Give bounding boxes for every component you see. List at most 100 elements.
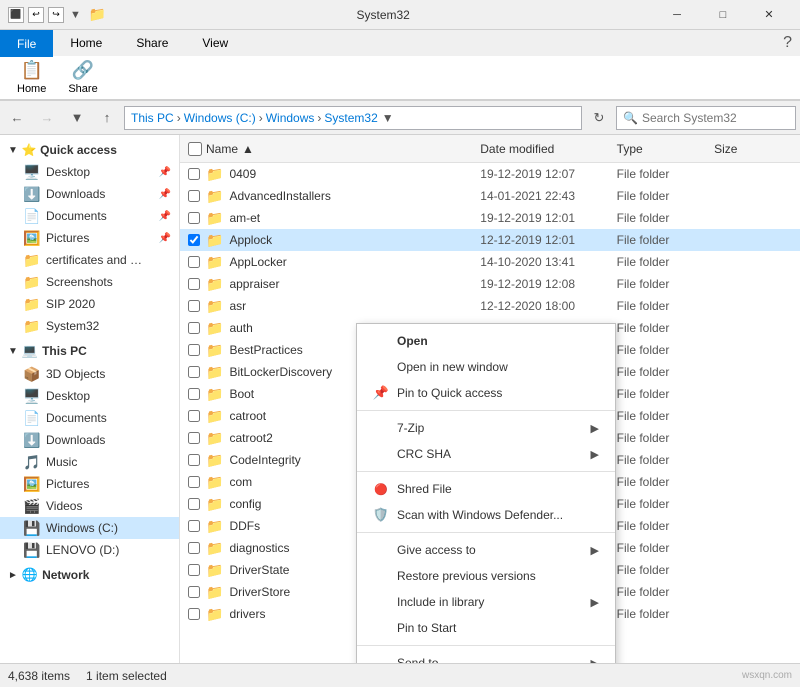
minimize-button[interactable]: ─	[654, 0, 700, 30]
row-checkbox[interactable]	[188, 168, 200, 180]
tab-file[interactable]: File	[0, 30, 53, 57]
sidebar-item-pictures-quick[interactable]: 🖼️ Pictures 📌	[0, 227, 179, 249]
sidebar-item-lenovo-d[interactable]: 💾 LENOVO (D:)	[0, 539, 179, 561]
sidebar-item-pictures-pc[interactable]: 🖼️ Pictures	[0, 473, 179, 495]
col-header-size[interactable]: Size	[714, 142, 792, 156]
forward-button[interactable]: →	[34, 105, 60, 131]
search-icon: 🔍	[623, 111, 638, 125]
sidebar-item-desktop-quick[interactable]: 🖥️ Desktop 📌	[0, 161, 179, 183]
sidebar-item-videos[interactable]: 🎬 Videos	[0, 495, 179, 517]
row-checkbox[interactable]	[188, 322, 200, 334]
sidebar-item-certificates[interactable]: 📁 certificates and offe	[0, 249, 179, 271]
table-row[interactable]: 📁appraiser 19-12-2019 12:08 File folder	[180, 273, 800, 295]
refresh-button[interactable]: ↻	[586, 105, 612, 131]
folder-icon: 📁	[206, 452, 223, 469]
redo-icon[interactable]: ↪	[48, 7, 64, 23]
row-checkbox[interactable]	[188, 410, 200, 422]
sidebar-item-documents-pc[interactable]: 📄 Documents	[0, 407, 179, 429]
row-checkbox[interactable]	[188, 498, 200, 510]
row-checkbox[interactable]	[188, 608, 200, 620]
table-row[interactable]: 📁asr 12-12-2020 18:00 File folder	[180, 295, 800, 317]
row-checkbox[interactable]	[188, 278, 200, 290]
row-checkbox[interactable]	[188, 542, 200, 554]
table-row[interactable]: 📁AdvancedInstallers 14-01-2021 22:43 Fil…	[180, 185, 800, 207]
col-header-date[interactable]: Date modified	[480, 142, 616, 156]
ctx-pin-start[interactable]: Pin to Start	[357, 615, 615, 641]
sidebar-item-3dobjects[interactable]: 📦 3D Objects	[0, 363, 179, 385]
sidebar-label-pictures-quick: Pictures	[46, 231, 89, 245]
row-checkbox[interactable]	[188, 300, 200, 312]
this-pc-header[interactable]: ▼ 💻 This PC	[0, 339, 179, 363]
row-checkbox[interactable]	[188, 344, 200, 356]
row-checkbox[interactable]	[188, 476, 200, 488]
address-path[interactable]: This PC › Windows (C:) › Windows › Syste…	[124, 106, 582, 130]
pin-start-icon	[373, 620, 389, 636]
select-all-checkbox[interactable]	[188, 142, 202, 156]
network-header[interactable]: ► 🌐 Network	[0, 563, 179, 587]
sidebar-item-music[interactable]: 🎵 Music	[0, 451, 179, 473]
file-name: Applock	[229, 233, 272, 247]
ctx-shred[interactable]: 🔴 Shred File	[357, 476, 615, 502]
sidebar-item-sip2020[interactable]: 📁 SIP 2020	[0, 293, 179, 315]
folder-icon: 📁	[206, 562, 223, 579]
ctx-scan-defender[interactable]: 🛡️ Scan with Windows Defender...	[357, 502, 615, 528]
row-checkbox[interactable]	[188, 212, 200, 224]
file-type: File folder	[617, 343, 714, 357]
ctx-pin-quick-access[interactable]: 📌 Pin to Quick access	[357, 380, 615, 406]
quick-access-toolbar-icon[interactable]: ⬛	[8, 7, 24, 23]
row-checkbox[interactable]	[188, 256, 200, 268]
search-input[interactable]	[642, 111, 789, 125]
table-row[interactable]: 📁am-et 19-12-2019 12:01 File folder	[180, 207, 800, 229]
row-checkbox[interactable]	[188, 520, 200, 532]
ribbon-home-btn[interactable]: 📋 Home	[8, 55, 55, 100]
row-checkbox[interactable]	[188, 234, 200, 246]
row-checkbox[interactable]	[188, 454, 200, 466]
table-row-selected[interactable]: 📁Applock 12-12-2019 12:01 File folder	[180, 229, 800, 251]
quick-access-header[interactable]: ▼ ⭐ Quick access	[0, 139, 179, 161]
row-checkbox[interactable]	[188, 586, 200, 598]
recent-locations-button[interactable]: ▼	[64, 105, 90, 131]
ctx-send-to[interactable]: Send to ▶	[357, 650, 615, 663]
row-checkbox[interactable]	[188, 564, 200, 576]
breadcrumb-this-pc[interactable]: This PC	[131, 111, 174, 125]
sidebar-item-documents-quick[interactable]: 📄 Documents 📌	[0, 205, 179, 227]
sidebar-item-downloads-pc[interactable]: ⬇️ Downloads	[0, 429, 179, 451]
row-checkbox[interactable]	[188, 366, 200, 378]
breadcrumb-windows-c[interactable]: Windows (C:)	[184, 111, 256, 125]
ctx-open-new-window[interactable]: Open in new window	[357, 354, 615, 380]
undo-icon[interactable]: ↩	[28, 7, 44, 23]
row-checkbox[interactable]	[188, 190, 200, 202]
row-checkbox[interactable]	[188, 388, 200, 400]
row-checkbox[interactable]	[188, 432, 200, 444]
title-dropdown-arrow[interactable]: ▼	[70, 9, 81, 21]
ctx-open[interactable]: Open	[357, 328, 615, 354]
breadcrumb-dropdown[interactable]: ▼	[382, 111, 394, 125]
table-row[interactable]: 📁AppLocker 14-10-2020 13:41 File folder	[180, 251, 800, 273]
ctx-restore-versions[interactable]: Restore previous versions	[357, 563, 615, 589]
tab-view[interactable]: View	[185, 30, 245, 56]
close-button[interactable]: ✕	[746, 0, 792, 30]
back-button[interactable]: ←	[4, 105, 30, 131]
col-header-name[interactable]: Name ▲	[188, 142, 480, 156]
up-button[interactable]: ↑	[94, 105, 120, 131]
ctx-7zip[interactable]: 7-Zip ▶	[357, 415, 615, 441]
tab-home[interactable]: Home	[53, 30, 119, 56]
ribbon-share-btn[interactable]: 🔗 Share	[59, 55, 106, 100]
search-box[interactable]: 🔍	[616, 106, 796, 130]
sidebar-item-windows-c[interactable]: 💾 Windows (C:)	[0, 517, 179, 539]
breadcrumb-system32[interactable]: System32	[324, 111, 377, 125]
sidebar-item-screenshots[interactable]: 📁 Screenshots	[0, 271, 179, 293]
sidebar-item-system32-quick[interactable]: 📁 System32	[0, 315, 179, 337]
sidebar-item-desktop-pc[interactable]: 🖥️ Desktop	[0, 385, 179, 407]
col-header-type[interactable]: Type	[617, 142, 714, 156]
help-icon[interactable]: ?	[783, 34, 792, 52]
breadcrumb-windows[interactable]: Windows	[266, 111, 315, 125]
table-row[interactable]: 📁0409 19-12-2019 12:07 File folder	[180, 163, 800, 185]
tab-share[interactable]: Share	[119, 30, 185, 56]
sidebar-item-downloads-quick[interactable]: ⬇️ Downloads 📌	[0, 183, 179, 205]
maximize-button[interactable]: □	[700, 0, 746, 30]
file-list: Name ▲ Date modified Type Size 📁0409 19-…	[180, 135, 800, 663]
ctx-include-library[interactable]: Include in library ▶	[357, 589, 615, 615]
ctx-crcsha[interactable]: CRC SHA ▶	[357, 441, 615, 467]
ctx-give-access[interactable]: Give access to ▶	[357, 537, 615, 563]
